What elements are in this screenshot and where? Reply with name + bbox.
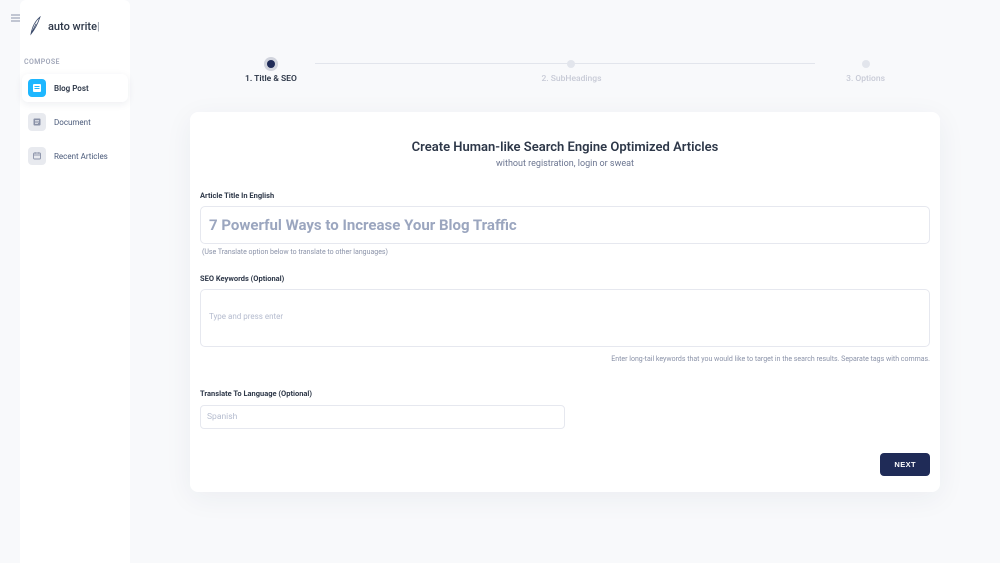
actions: NEXT xyxy=(200,453,930,476)
main: 1. Title & SEO 2. SubHeadings 3. Options… xyxy=(130,0,1000,563)
step-subheadings[interactable]: 2. SubHeadings xyxy=(541,60,601,84)
sidebar-item-blog-post[interactable]: Blog Post xyxy=(22,74,128,102)
rich-text-icon xyxy=(28,79,46,97)
sidebar-item-recent-articles[interactable]: Recent Articles xyxy=(22,142,128,170)
brand[interactable]: auto write| xyxy=(20,6,130,52)
stepper: 1. Title & SEO 2. SubHeadings 3. Options xyxy=(185,60,945,84)
seo-keywords-input[interactable] xyxy=(200,289,930,347)
feather-icon xyxy=(28,16,42,36)
sidebar-item-label: Document xyxy=(54,118,91,127)
step-dot-icon xyxy=(567,60,575,68)
step-dot-icon xyxy=(862,60,870,68)
form-card: Create Human-like Search Engine Optimize… xyxy=(190,112,940,492)
step-label: 3. Options xyxy=(846,74,885,84)
seo-keywords-hint: Enter long-tail keywords that you would … xyxy=(200,355,930,363)
step-label: 1. Title & SEO xyxy=(245,74,297,84)
sidebar-item-document[interactable]: Document xyxy=(22,108,128,136)
step-dot-icon xyxy=(267,60,275,68)
sidebar-section-label: COMPOSE xyxy=(20,52,130,74)
next-button[interactable]: NEXT xyxy=(880,453,930,476)
page-title: Create Human-like Search Engine Optimize… xyxy=(200,140,930,155)
step-options[interactable]: 3. Options xyxy=(846,60,885,84)
language-input[interactable] xyxy=(200,405,565,429)
article-title-label: Article Title In English xyxy=(200,191,930,200)
step-label: 2. SubHeadings xyxy=(541,74,601,84)
article-title-hint: (Use Translate option below to translate… xyxy=(200,248,930,256)
seo-keywords-label: SEO Keywords (Optional) xyxy=(200,274,930,283)
sidebar-item-label: Recent Articles xyxy=(54,152,108,161)
language-label: Translate To Language (Optional) xyxy=(200,389,930,398)
recent-icon xyxy=(28,147,46,165)
page-subtitle: without registration, login or sweat xyxy=(200,159,930,169)
sidebar-item-label: Blog Post xyxy=(54,84,89,93)
brand-name: auto write| xyxy=(48,20,99,33)
sidebar: auto write| COMPOSE Blog Post Document xyxy=(20,0,130,563)
step-title-seo[interactable]: 1. Title & SEO xyxy=(245,60,297,84)
article-title-input[interactable] xyxy=(200,206,930,244)
document-icon xyxy=(28,113,46,131)
